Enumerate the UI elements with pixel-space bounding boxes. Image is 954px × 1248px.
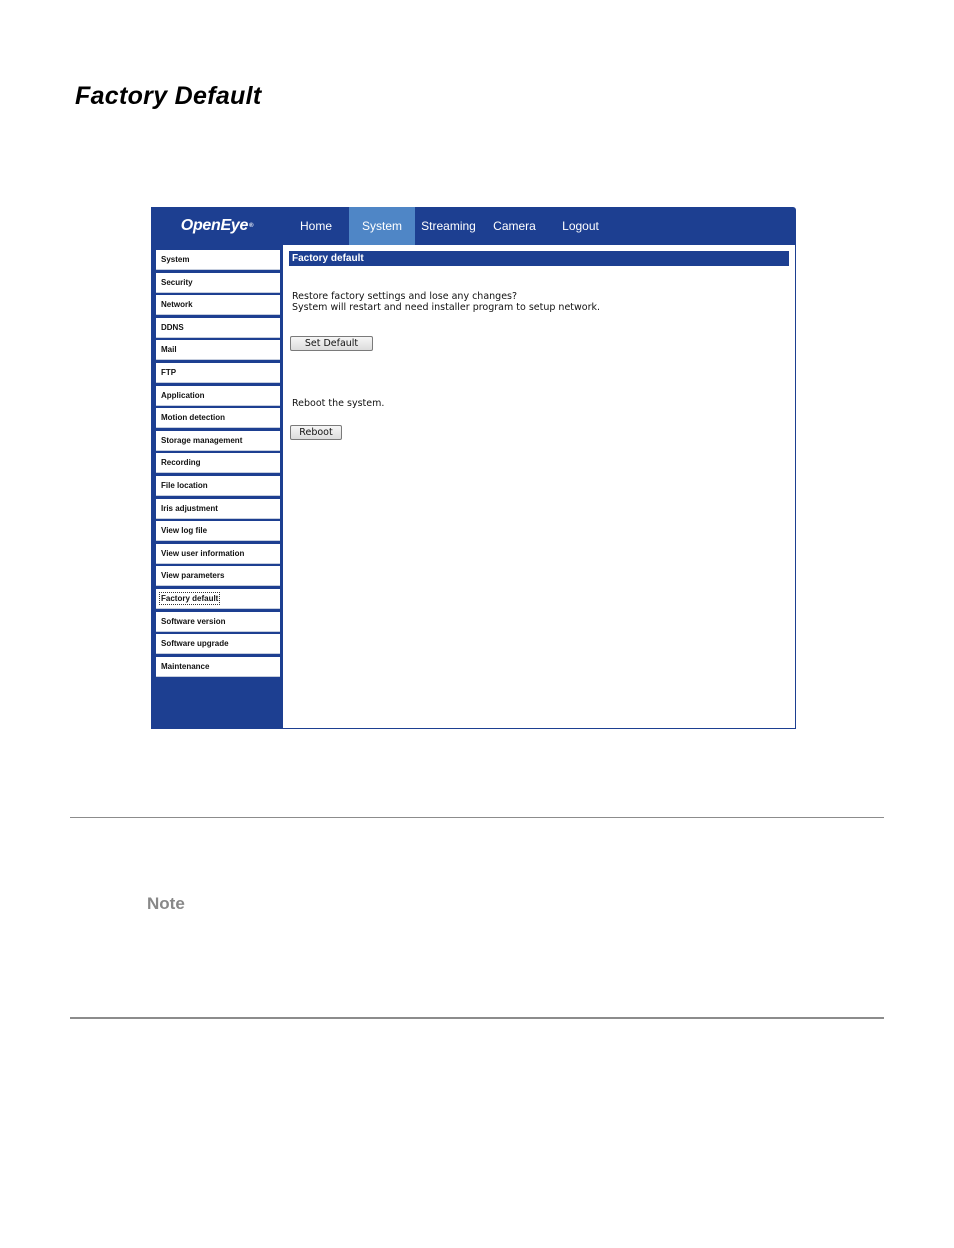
sidebar-item-view-user-information[interactable]: View user information xyxy=(156,543,280,564)
tab-streaming[interactable]: Streaming xyxy=(415,207,482,245)
sidebar-item-network[interactable]: Network xyxy=(156,295,280,316)
restore-warning-line1: Restore factory settings and lose any ch… xyxy=(292,291,518,302)
sidebar-item-view-parameters[interactable]: View parameters xyxy=(156,566,280,587)
sidebar-item-label: DDNS xyxy=(161,322,184,332)
reboot-description: Reboot the system. xyxy=(292,398,385,409)
tab-home-label: Home xyxy=(299,219,332,233)
sidebar-item-label: Factory default xyxy=(158,591,221,605)
sidebar-item-label: Security xyxy=(161,277,193,287)
sidebar-item-label: Recording xyxy=(161,458,201,468)
sidebar-item-label: Application xyxy=(161,390,205,400)
sidebar-item-file-location[interactable]: File location xyxy=(156,475,280,496)
restore-warning-line2: System will restart and need installer p… xyxy=(292,302,601,313)
app-screenshot: OpenEye ® Home System Streaming Camera Lo… xyxy=(151,207,796,729)
sidebar-item-label: Mail xyxy=(161,345,177,355)
sidebar-item-security[interactable]: Security xyxy=(156,272,280,293)
tab-system[interactable]: System xyxy=(349,207,415,245)
content-panel: Factory default Restore factory settings… xyxy=(283,245,795,728)
sidebar-item-recording[interactable]: Recording xyxy=(156,453,280,474)
sidebar-item-label: System xyxy=(161,255,190,264)
sidebar-item-label: Software version xyxy=(161,616,226,626)
sidebar-item-label: View log file xyxy=(161,526,208,536)
sidebar-item-ddns[interactable]: DDNS xyxy=(156,317,280,338)
sidebar-item-label: Motion detection xyxy=(161,413,225,423)
sidebar-item-label: Storage management xyxy=(161,435,243,445)
openeye-logo: OpenEye ® xyxy=(151,207,283,245)
sidebar-item-software-upgrade[interactable]: Software upgrade xyxy=(156,634,280,655)
section-header: Factory default xyxy=(289,251,789,266)
sidebar-item-application[interactable]: Application xyxy=(156,385,280,406)
reboot-button[interactable]: Reboot xyxy=(290,425,342,440)
divider-top xyxy=(70,817,884,818)
sidebar-item-storage-management[interactable]: Storage management xyxy=(156,430,280,451)
divider-bottom xyxy=(70,1017,884,1019)
sidebar-menu: System Security Network DDNS Mail FTP Ap… xyxy=(156,250,280,679)
registered-mark: ® xyxy=(249,223,254,229)
set-default-button[interactable]: Set Default xyxy=(290,336,373,351)
sidebar-item-label: Network xyxy=(161,300,193,310)
tab-home[interactable]: Home xyxy=(283,207,349,245)
sidebar-item-view-log-file[interactable]: View log file xyxy=(156,521,280,542)
sidebar-item-label: FTP xyxy=(161,367,177,377)
sidebar-item-software-version[interactable]: Software version xyxy=(156,611,280,632)
main-nav: Home System Streaming Camera Logout xyxy=(283,207,614,245)
sidebar-item-system[interactable]: System xyxy=(156,250,280,270)
tab-camera[interactable]: Camera xyxy=(482,207,547,245)
tab-logout[interactable]: Logout xyxy=(547,207,614,245)
top-navigation-bar: OpenEye ® Home System Streaming Camera Lo… xyxy=(151,207,796,245)
page-title: Factory Default xyxy=(75,82,262,110)
tab-streaming-label: Streaming xyxy=(421,219,476,233)
sidebar-item-mail[interactable]: Mail xyxy=(156,340,280,361)
sidebar-item-label: Maintenance xyxy=(161,661,210,671)
sidebar-item-label: View parameters xyxy=(161,571,225,581)
sidebar-item-label: View user information xyxy=(161,548,245,558)
sidebar-item-label: File location xyxy=(161,480,208,490)
note-heading: Note xyxy=(147,894,185,913)
sidebar-item-maintenance[interactable]: Maintenance xyxy=(156,656,280,677)
tab-logout-label: Logout xyxy=(562,219,599,233)
sidebar-item-iris-adjustment[interactable]: Iris adjustment xyxy=(156,498,280,519)
sidebar-item-motion-detection[interactable]: Motion detection xyxy=(156,408,280,429)
sidebar-item-ftp[interactable]: FTP xyxy=(156,362,280,383)
sidebar-item-label: Iris adjustment xyxy=(161,503,218,513)
tab-system-label: System xyxy=(361,219,402,233)
sidebar-item-factory-default[interactable]: Factory default xyxy=(156,588,280,609)
logo-text: OpenEye xyxy=(180,217,249,234)
tab-camera-label: Camera xyxy=(493,219,536,233)
sidebar-item-label: Software upgrade xyxy=(161,639,229,649)
